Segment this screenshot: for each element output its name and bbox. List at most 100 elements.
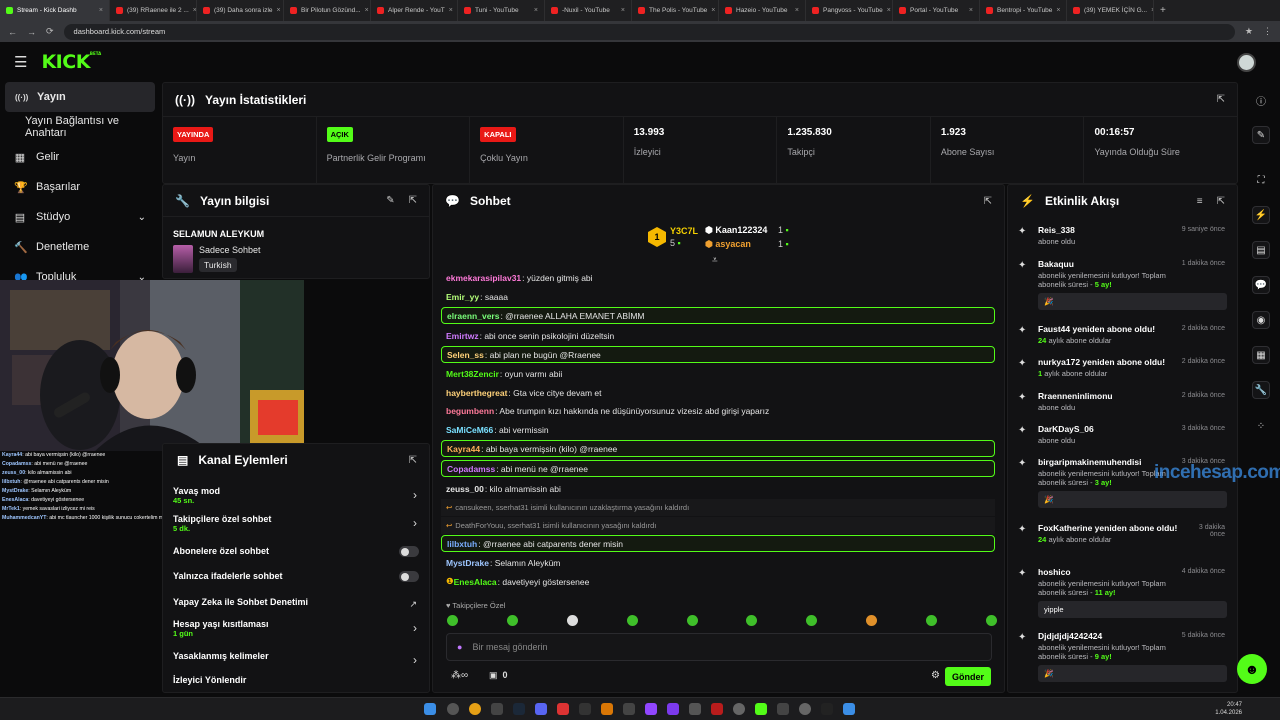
filter-icon[interactable]: ≡ [1197, 196, 1203, 207]
bookmark-star-icon[interactable]: ★ [1245, 26, 1253, 37]
search-icon[interactable] [447, 703, 459, 715]
clipboard-icon[interactable]: ▤ [1252, 241, 1270, 259]
expand-icon[interactable]: ⩡ [712, 255, 718, 266]
tab-close-icon[interactable]: × [1151, 7, 1153, 14]
lightning-icon[interactable]: ⚡ [1252, 206, 1270, 224]
edit-icon[interactable]: ✎ [386, 195, 394, 206]
emote-icon[interactable] [926, 615, 937, 626]
top-gifter-1[interactable]: Y3C7L [670, 226, 698, 236]
emote-icon[interactable] [806, 615, 818, 626]
start-icon[interactable] [424, 703, 436, 715]
subscribers-only-toggle[interactable] [399, 546, 419, 557]
edit-icon[interactable]: ✎ [1252, 126, 1270, 144]
browser-menu-icon[interactable]: ⋮ [1263, 26, 1272, 37]
top-gifter-3[interactable]: ⬢ asyacan [705, 239, 751, 250]
user-avatar[interactable] [1237, 53, 1256, 72]
browser-tab-active[interactable]: Stream - Kick Dashb × [0, 0, 110, 21]
apps-icon[interactable]: ⁘ [1252, 417, 1270, 435]
sidebar-item[interactable]: ((·)) Yayın [5, 82, 155, 112]
popout-icon[interactable]: ⇱ [984, 196, 992, 207]
browser-tab[interactable]: Bir Pilotun Gözünd... × [284, 0, 371, 21]
browser-tab[interactable]: Tuni - YouTube × [458, 0, 545, 21]
popout-icon[interactable]: ⇱ [409, 455, 417, 466]
sidebar-item[interactable]: 🏆 Başarılar [0, 172, 162, 202]
chat-icon[interactable]: 💬 [1252, 276, 1270, 294]
chat-viewers-count[interactable]: ▣ 0 [489, 670, 508, 681]
taskbar-app-icon[interactable] [821, 703, 833, 715]
taskbar-app-icon[interactable] [645, 703, 657, 715]
emote-icon[interactable] [746, 615, 758, 626]
taskbar-app-icon[interactable] [689, 703, 701, 715]
taskbar-app-icon[interactable] [667, 703, 679, 715]
broadcast-icon[interactable]: ◉ [1252, 311, 1270, 329]
tab-close-icon[interactable]: × [621, 7, 625, 14]
chat-username[interactable]: ekmekarasipilav31 [446, 273, 521, 283]
chat-users-icon[interactable]: ⁂∞ [451, 670, 468, 681]
chat-username[interactable]: zeuss_00 [446, 484, 484, 494]
taskbar-app-icon[interactable] [799, 703, 811, 715]
emotes-only-toggle[interactable] [399, 571, 419, 582]
chat-username[interactable]: Copadamss [447, 464, 495, 474]
url-input[interactable]: dashboard.kick.com/stream [63, 23, 1235, 40]
system-clock[interactable]: 20:47 1.04.2026 [1215, 701, 1242, 717]
chat-username[interactable]: lilbxtuh [447, 539, 477, 549]
raid-row[interactable]: İzleyici Yönlendir [173, 675, 419, 685]
kick-app-icon[interactable] [755, 703, 767, 715]
chat-username[interactable]: Emirtwz [446, 331, 479, 341]
chat-username[interactable]: begumbenn [446, 406, 494, 416]
kick-logo[interactable]: KICKBETA [41, 51, 101, 73]
taskbar-app-icon[interactable] [777, 703, 789, 715]
taskbar-app-icon[interactable] [623, 703, 635, 715]
popout-icon[interactable]: ⇱ [1217, 94, 1225, 105]
tab-close-icon[interactable]: × [534, 7, 538, 14]
chat-username[interactable]: Mert38Zencir [446, 369, 499, 379]
tab-close-icon[interactable]: × [711, 7, 715, 14]
browser-tab[interactable]: Hazeio - YouTube × [719, 0, 806, 21]
chat-settings-icon[interactable]: ⚙ [931, 670, 940, 681]
taskbar-app-icon[interactable] [579, 703, 591, 715]
tab-close-icon[interactable]: × [449, 7, 453, 14]
tab-close-icon[interactable]: × [795, 7, 799, 14]
sidebar-item[interactable]: Yayın Bağlantısı ve Anahtarı [0, 112, 162, 142]
browser-tab[interactable]: Bentropi - YouTube × [980, 0, 1067, 21]
chat-username[interactable]: Selen_ss [447, 350, 484, 360]
account-age-row[interactable]: Hesap yaşı kısıtlaması 1 gün › [173, 619, 419, 638]
tab-close-icon[interactable]: × [277, 7, 281, 14]
steam-icon[interactable] [513, 703, 525, 715]
info-icon[interactable]: ⓘ [1252, 91, 1270, 109]
mic-icon[interactable]: ● [457, 642, 462, 652]
browser-tab[interactable]: Pangvoss - YouTube × [806, 0, 893, 21]
send-button[interactable]: Gönder [945, 667, 991, 686]
chat-username[interactable]: Emir_yy [446, 292, 479, 302]
emote-icon[interactable] [866, 615, 878, 626]
taskbar-app-icon[interactable] [711, 703, 723, 715]
chat-username[interactable]: SaMiCeM66 [446, 425, 493, 435]
taskbar-app-icon[interactable] [601, 703, 613, 715]
sidebar-item[interactable]: 🔨 Denetleme [0, 232, 162, 262]
taskbar-app-icon[interactable] [843, 703, 855, 715]
emote-icon[interactable] [566, 615, 578, 626]
taskbar-app-icon[interactable] [491, 703, 503, 715]
new-tab-icon[interactable]: + [1160, 5, 1166, 16]
chat-username[interactable]: Kayra44 [447, 444, 480, 454]
menu-icon[interactable]: ☰ [14, 53, 27, 71]
followers-only-row[interactable]: Takipçilere özel sohbet 5 dk. › [173, 514, 419, 533]
browser-tab[interactable]: (39) Daha sonra izle × [197, 0, 284, 21]
tab-close-icon[interactable]: × [365, 7, 369, 14]
sidebar-item[interactable]: ▤ Stüdyo ⌄ [0, 202, 162, 232]
emote-icon[interactable] [985, 615, 997, 626]
discord-icon[interactable] [535, 703, 547, 715]
emote-icon[interactable] [626, 615, 638, 626]
stack-icon[interactable]: ▦ [1252, 346, 1270, 364]
wrench-icon[interactable]: 🔧 [1252, 381, 1270, 399]
chrome-icon[interactable] [469, 703, 481, 715]
reload-icon[interactable]: ⟳ [46, 26, 54, 37]
emote-icon[interactable] [506, 615, 518, 626]
tab-close-icon[interactable]: × [1056, 7, 1060, 14]
browser-tab[interactable]: -Nuxil - YouTube × [545, 0, 632, 21]
emote-icon[interactable] [686, 615, 698, 626]
back-icon[interactable]: ← [8, 27, 17, 37]
chat-username[interactable]: MystDrake [446, 558, 489, 568]
chat-username[interactable]: elraenn_vers [447, 311, 499, 321]
slow-mode-row[interactable]: Yavaş mod 45 sn. › [173, 486, 419, 505]
